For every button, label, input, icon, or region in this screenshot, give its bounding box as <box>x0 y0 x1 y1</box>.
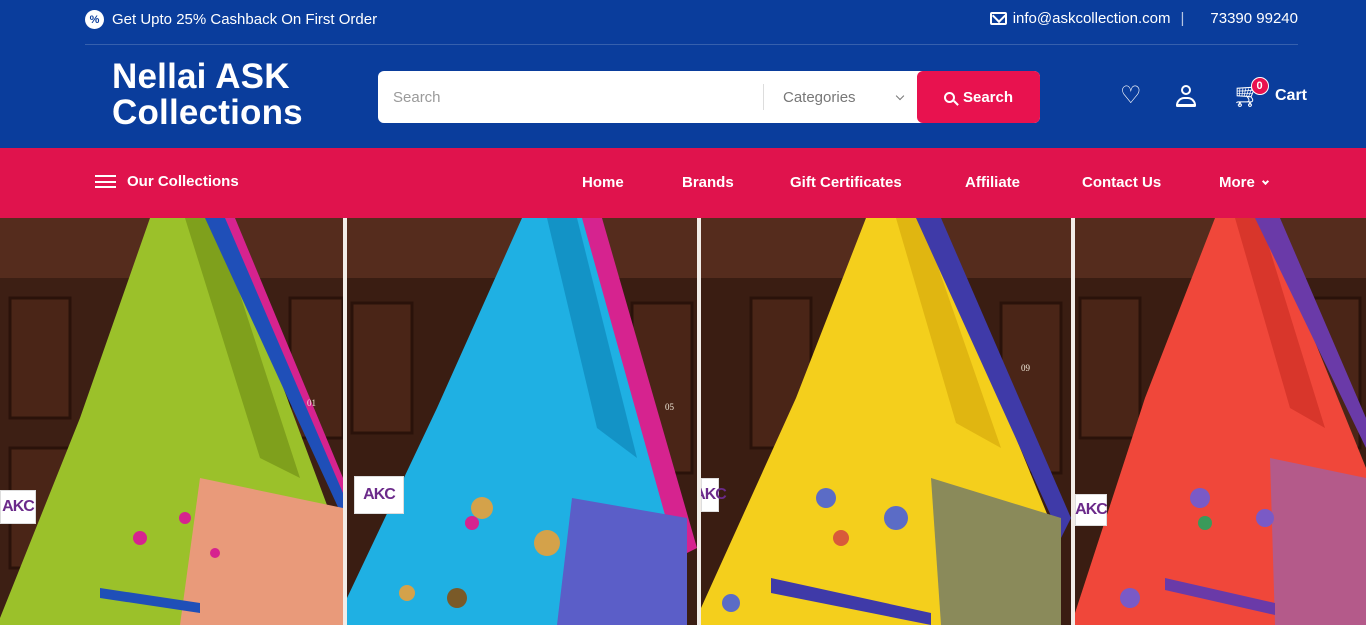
logo-line-1: Nellai ASK <box>112 57 290 96</box>
nav-item-gift-certificates[interactable]: Gift Certificates <box>790 174 902 191</box>
promo-banner: % Get Upto 25% Cashback On First Order <box>85 10 377 29</box>
contact-phone[interactable]: 73390 99240 <box>1210 10 1298 27</box>
nav-item-more[interactable]: More <box>1219 174 1269 191</box>
user-icon[interactable] <box>1175 84 1197 108</box>
site-logo[interactable]: Nellai ASK Collections <box>112 59 303 131</box>
cart-label: Cart <box>1274 87 1307 104</box>
search-input[interactable] <box>378 71 763 123</box>
percent-icon: % <box>85 10 104 29</box>
our-collections-menu[interactable]: Our Collections <box>95 173 239 190</box>
chevron-down-icon <box>895 91 905 100</box>
our-collections-label: Our Collections <box>127 173 239 190</box>
nav-item-affiliate[interactable]: Affiliate <box>965 174 1020 191</box>
site-header: % Get Upto 25% Cashback On First Order i… <box>0 0 1366 148</box>
header-actions: ♡ 🛒︎ 0 Cart <box>1120 77 1307 108</box>
contact-separator: | <box>1180 10 1185 27</box>
akc-logo-badge: AKC <box>354 476 404 514</box>
banner-image-red-saree: AKC <box>1075 218 1366 625</box>
saree-code: 05 <box>665 402 674 412</box>
banner-image-green-saree: AKC 01 <box>0 218 343 625</box>
search-button-label: Search <box>962 88 1014 106</box>
chevron-down-icon <box>1261 177 1269 186</box>
nav-item-home[interactable]: Home <box>582 174 624 191</box>
search-button[interactable]: Search <box>917 71 1040 123</box>
logo-line-2: Collections <box>112 93 303 132</box>
promo-text: Get Upto 25% Cashback On First Order <box>112 11 378 28</box>
saree-code: 01 <box>307 398 316 408</box>
search-bar: Categories Search <box>378 71 1040 123</box>
category-select[interactable]: Categories <box>764 71 917 123</box>
main-nav: Our Collections Home Brands Gift Certifi… <box>0 148 1366 218</box>
contact-info: info@askcollection.com | 73390 99240 <box>989 10 1298 27</box>
akc-logo-badge: AKC <box>0 490 36 524</box>
akc-logo-badge: AKC <box>1075 494 1108 526</box>
akc-logo-badge: AKC <box>701 478 727 512</box>
hamburger-icon <box>95 175 116 188</box>
cart-count-badge: 0 <box>1250 77 1269 95</box>
saree-code: 09 <box>1021 363 1030 373</box>
nav-item-more-label: More <box>1219 174 1255 191</box>
cart-button[interactable]: 🛒︎ 0 Cart <box>1233 77 1307 108</box>
banner-image-blue-saree: AKC 05 <box>347 218 697 625</box>
hero-banner[interactable]: AKC 01 AKC 05 KC 09 AKC <box>0 218 1366 625</box>
category-select-label: Categories <box>783 88 856 106</box>
search-icon <box>943 91 955 103</box>
banner-image-yellow-saree: AKC 09 <box>701 218 1071 625</box>
top-bar: % Get Upto 25% Cashback On First Order i… <box>85 0 1298 45</box>
contact-email[interactable]: info@askcollection.com <box>1013 10 1171 27</box>
mail-icon <box>989 12 1007 25</box>
nav-item-contact-us[interactable]: Contact Us <box>1082 174 1161 191</box>
heart-icon[interactable]: ♡ <box>1120 84 1142 108</box>
nav-item-brands[interactable]: Brands <box>682 174 734 191</box>
